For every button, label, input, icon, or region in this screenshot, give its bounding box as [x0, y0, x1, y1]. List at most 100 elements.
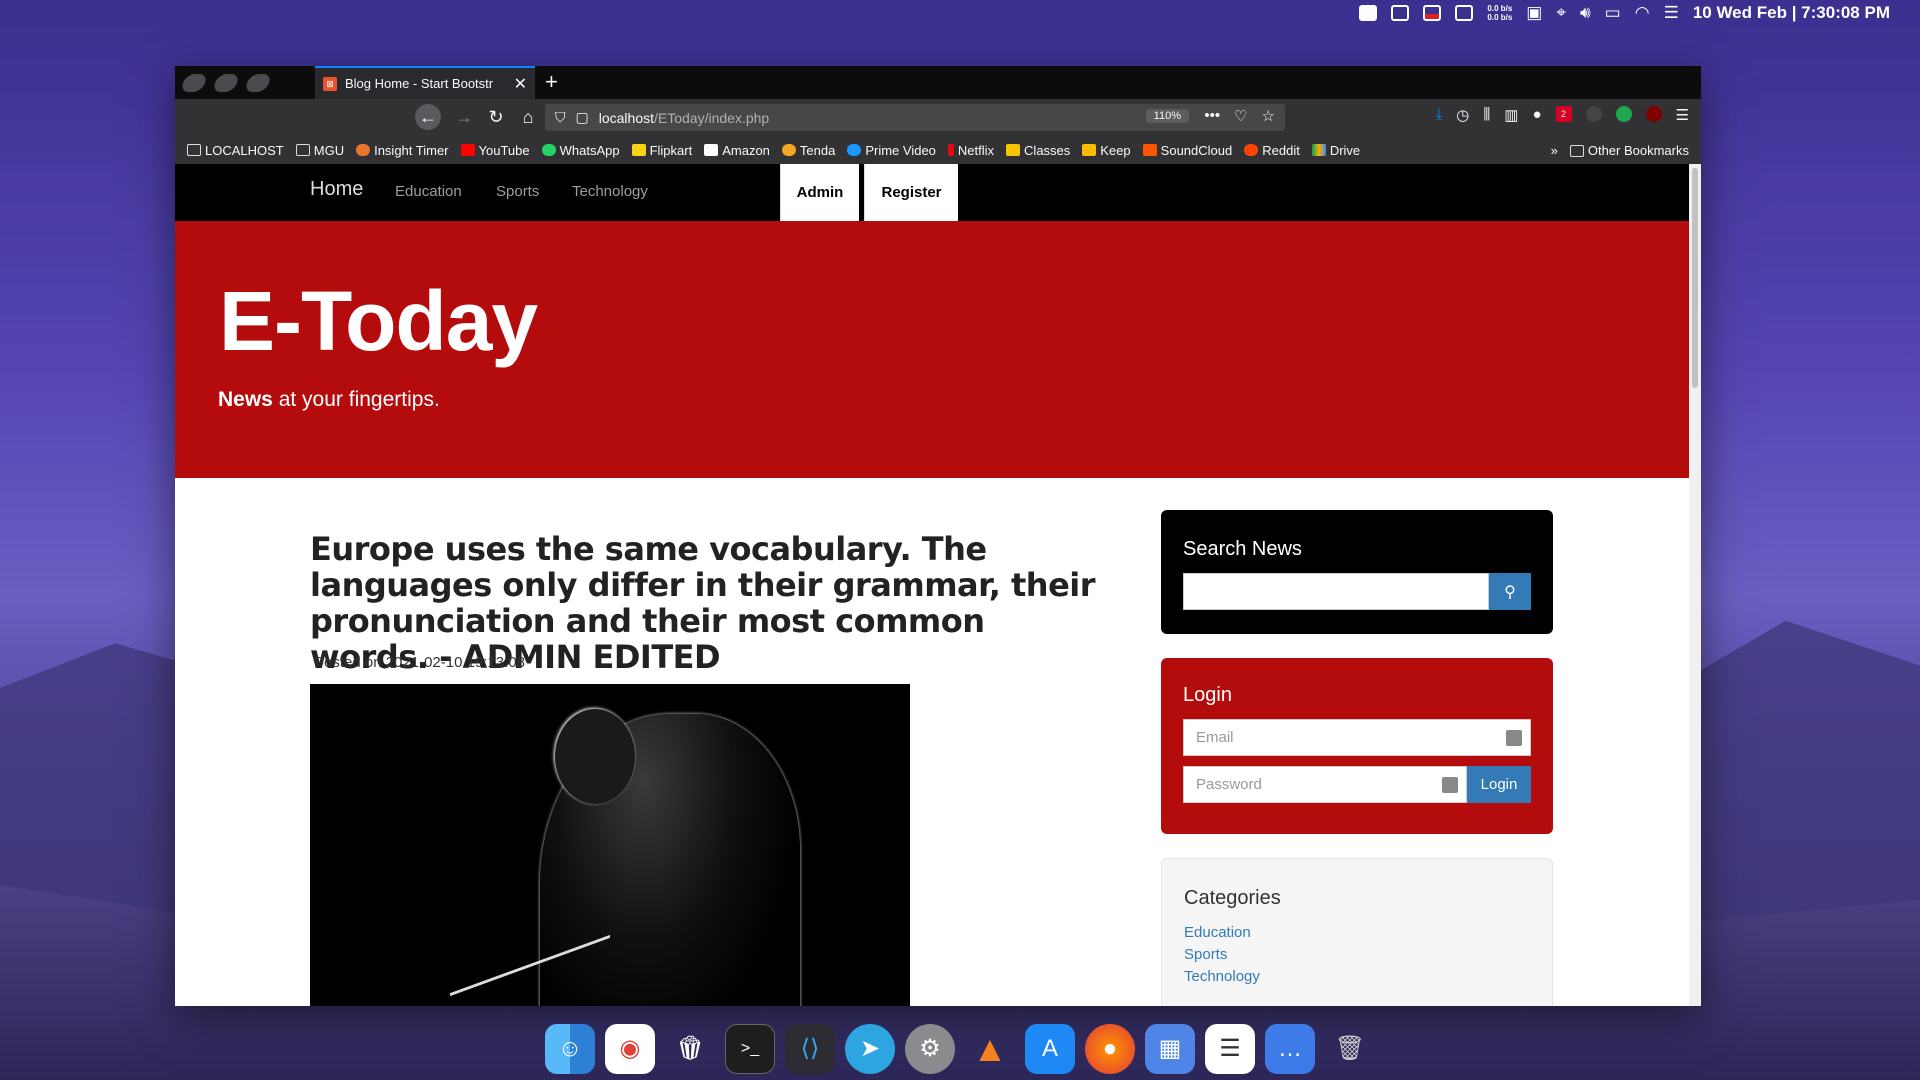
bookmark-tenda[interactable]: Tenda	[781, 143, 835, 158]
more-actions-icon[interactable]: •••	[1204, 107, 1220, 125]
battery-icon[interactable]: ▭	[1605, 3, 1621, 23]
location-icon[interactable]: ⌖	[1556, 3, 1566, 23]
nav-home[interactable]: Home	[310, 178, 363, 201]
close-window-button[interactable]	[179, 74, 209, 92]
reminders-icon[interactable]: ☰	[1205, 1023, 1255, 1074]
bookmark-whatsapp[interactable]: WhatsApp	[541, 143, 620, 158]
minimize-window-button[interactable]	[211, 74, 241, 92]
sidebar-icon[interactable]: ▥	[1504, 106, 1518, 124]
password-manager-icon[interactable]	[1442, 777, 1458, 793]
network-speed[interactable]: 0.0 b/s 0.0 b/s	[1487, 4, 1512, 22]
classroom-icon	[1006, 144, 1021, 156]
url-bar[interactable]: ⛉ ▢ localhost/EToday/index.php 110% ••• …	[545, 104, 1285, 131]
close-tab-icon[interactable]: ✕	[514, 74, 527, 94]
search-input[interactable]	[1183, 573, 1489, 610]
pocket-icon[interactable]: ♡	[1234, 107, 1247, 125]
bookmark-keep[interactable]: Keep	[1082, 143, 1131, 158]
tagline-bold: News	[218, 388, 273, 411]
vscode-icon[interactable]: ⟨⟩	[785, 1023, 835, 1074]
email-field[interactable]: Email	[1183, 719, 1531, 756]
bookmark-classes[interactable]: Classes	[1006, 143, 1070, 158]
firefox-icon[interactable]: ●	[1085, 1023, 1135, 1074]
page-info-icon[interactable]: ▢	[576, 109, 589, 126]
message-icon[interactable]: ▣	[1526, 3, 1542, 23]
nav-education[interactable]: Education	[395, 183, 462, 200]
cpu-icon[interactable]	[1391, 5, 1410, 21]
chrome-icon[interactable]: ◉	[605, 1023, 655, 1074]
category-sports[interactable]: Sports	[1184, 944, 1530, 966]
reload-button[interactable]: ↻	[483, 104, 509, 130]
chevron-right-icon[interactable]: »	[1551, 143, 1558, 158]
bookmark-insight-timer[interactable]: Insight Timer	[356, 143, 449, 158]
forward-button[interactable]: →	[451, 104, 477, 130]
popcorn-time-icon[interactable]: 🍿︎	[665, 1024, 715, 1074]
hamburger-menu-icon[interactable]: ☰	[1676, 106, 1689, 124]
bookmark-localhost[interactable]: LOCALHOST	[187, 143, 284, 158]
wifi-icon[interactable]: ◠	[1635, 3, 1650, 23]
terminal-icon[interactable]: >_	[725, 1023, 775, 1074]
system-preferences-icon[interactable]: ⚙	[905, 1023, 955, 1074]
bookmark-youtube[interactable]: YouTube	[460, 143, 530, 158]
categories-heading: Categories	[1184, 887, 1281, 909]
memory-icon[interactable]	[1423, 5, 1442, 21]
back-button[interactable]: ←	[415, 104, 441, 130]
app-store-icon[interactable]: A	[1025, 1023, 1075, 1074]
podium	[450, 934, 610, 1006]
tab-blog-home[interactable]: ⊠ Blog Home - Start Bootstr ✕	[315, 66, 535, 99]
scrollbar-thumb[interactable]	[1692, 168, 1698, 388]
other-bookmarks-label: Other Bookmarks	[1587, 143, 1689, 158]
keep-icon	[1082, 144, 1097, 156]
password-manager-icon[interactable]	[1506, 730, 1522, 746]
bookmark-amazon[interactable]: Amazon	[704, 143, 770, 158]
zoom-indicator[interactable]: 110%	[1145, 109, 1189, 123]
new-tab-icon[interactable]: +	[545, 69, 558, 95]
history-icon[interactable]: ◷	[1456, 106, 1469, 124]
stats-icon[interactable]	[1359, 5, 1378, 21]
page-scrollbar[interactable]	[1689, 164, 1701, 1006]
library-icon[interactable]: ⫼	[1483, 106, 1490, 124]
url-actions: ••• ♡ ☆	[1204, 107, 1275, 125]
bookmark-prime-video[interactable]: Prime Video	[847, 143, 936, 158]
search-button[interactable]: ⚲	[1489, 573, 1531, 610]
disk-icon[interactable]	[1455, 5, 1474, 21]
telegram-icon[interactable]: ➤	[845, 1023, 895, 1074]
control-center-icon[interactable]: ☰	[1664, 3, 1679, 23]
bookmark-mgu[interactable]: MGU	[295, 143, 344, 158]
downloads-icon[interactable]: ⤓	[1436, 106, 1443, 124]
bookmark-label: Amazon	[722, 142, 770, 158]
post-image[interactable]	[310, 684, 910, 1006]
finder-icon[interactable]: ☺	[545, 1023, 595, 1074]
extension-glasses-icon[interactable]	[1585, 106, 1602, 122]
other-bookmarks[interactable]: Other Bookmarks	[1569, 143, 1689, 158]
categories-card: Categories Education Sports Technology	[1161, 858, 1553, 1006]
category-technology[interactable]: Technology	[1184, 966, 1530, 988]
login-button[interactable]: Login	[1467, 766, 1531, 803]
bookmark-soundcloud[interactable]: SoundCloud	[1142, 143, 1232, 158]
extension-badge-icon[interactable]: 2	[1555, 106, 1572, 122]
launchpad-icon[interactable]: ▦	[1145, 1023, 1195, 1074]
shield-icon[interactable]: ⛉	[555, 109, 566, 126]
bookmark-netflix[interactable]: Netflix	[947, 143, 994, 158]
ublock-icon[interactable]	[1645, 106, 1662, 122]
vlc-icon[interactable]: ▲	[965, 1024, 1015, 1074]
nav-sports[interactable]: Sports	[496, 183, 539, 200]
volume-icon[interactable]: 🔊︎	[1580, 3, 1591, 23]
bookmark-reddit[interactable]: Reddit	[1244, 143, 1300, 158]
admin-button[interactable]: Admin	[780, 164, 859, 221]
messages-icon[interactable]: …	[1265, 1023, 1315, 1074]
search-card: Search News ⚲	[1161, 510, 1553, 634]
password-field[interactable]: Password	[1183, 766, 1467, 803]
nav-technology[interactable]: Technology	[572, 183, 648, 200]
extension-green-icon[interactable]	[1615, 106, 1632, 122]
register-button[interactable]: Register	[864, 164, 958, 221]
zoom-window-button[interactable]	[243, 74, 273, 92]
bookmark-star-icon[interactable]: ☆	[1262, 107, 1275, 125]
home-button[interactable]: ⌂	[515, 104, 541, 130]
trash-icon[interactable]: 🗑︎	[1325, 1024, 1375, 1074]
account-icon[interactable]: ●	[1532, 106, 1541, 124]
bookmark-flipkart[interactable]: Flipkart	[631, 143, 692, 158]
category-education[interactable]: Education	[1184, 922, 1530, 944]
bookmark-drive[interactable]: Drive	[1311, 143, 1360, 158]
reddit-icon	[1244, 144, 1259, 156]
menubar-clock[interactable]: 10 Wed Feb | 7:30:08 PM	[1693, 3, 1890, 23]
